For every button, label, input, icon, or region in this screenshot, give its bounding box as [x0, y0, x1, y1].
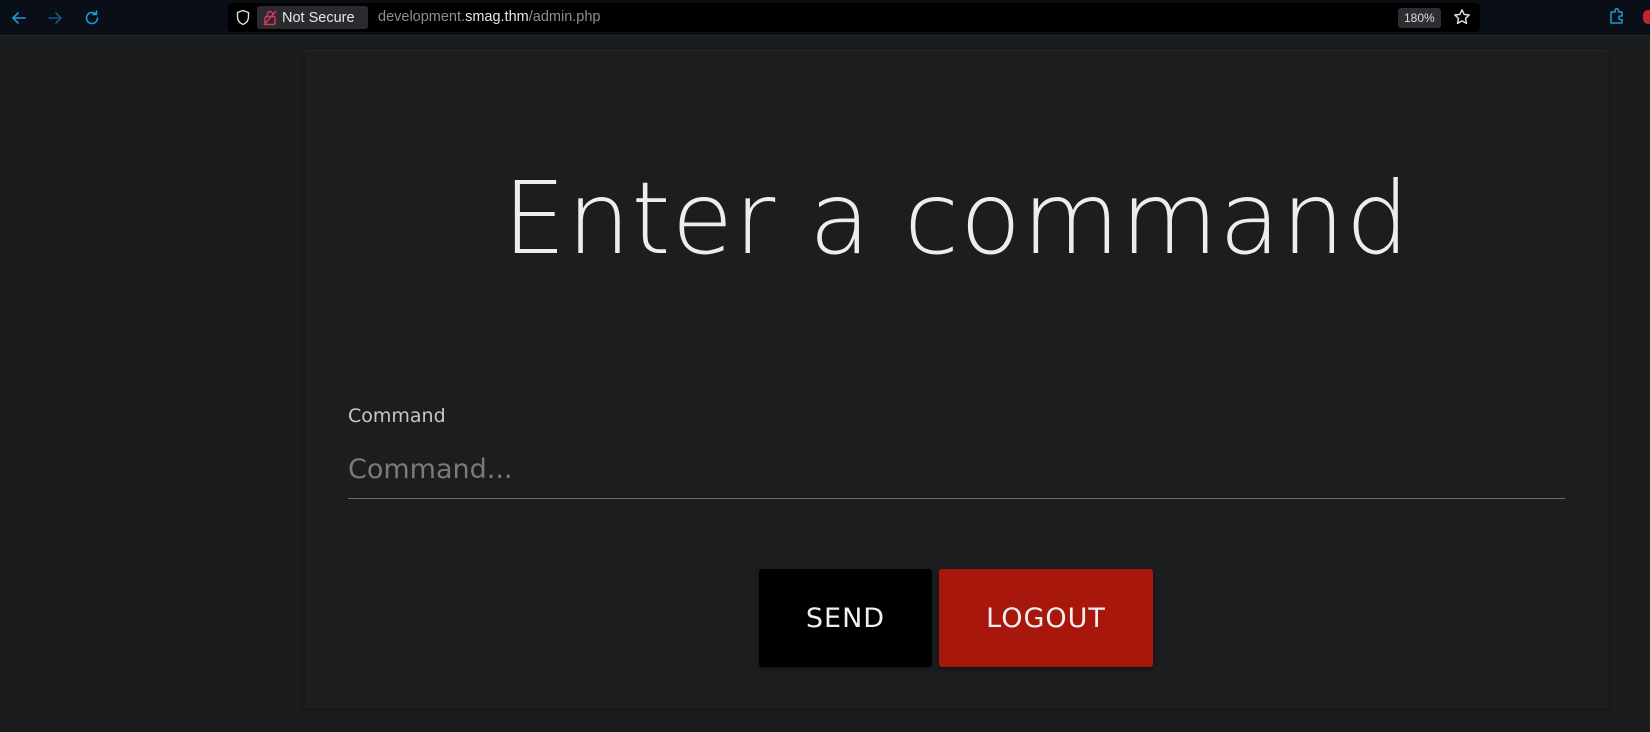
- security-label: Not Secure: [282, 9, 355, 26]
- site-security-button[interactable]: Not Secure: [257, 6, 368, 29]
- arrow-left-icon: [12, 12, 26, 24]
- url-prefix: development.: [378, 9, 466, 25]
- url-host: smag.thm: [465, 9, 529, 25]
- reload-icon: [85, 10, 99, 25]
- url-path: /admin.php: [528, 9, 601, 25]
- page-title: Enter a command: [502, 160, 1411, 277]
- reload-button[interactable]: [80, 6, 104, 30]
- url-bar[interactable]: Not Secure development.smag.thm/admin.ph…: [228, 3, 1480, 32]
- browser-toolbar: Not Secure development.smag.thm/admin.ph…: [0, 0, 1650, 36]
- back-button[interactable]: [7, 6, 31, 30]
- extensions-icon[interactable]: [1607, 6, 1627, 30]
- url-text[interactable]: development.smag.thm/admin.php: [378, 9, 600, 25]
- command-card: Enter a command Command SEND LOGOUT: [305, 50, 1608, 708]
- forward-button[interactable]: [43, 6, 67, 30]
- shield-icon[interactable]: [235, 9, 251, 30]
- star-icon[interactable]: [1453, 8, 1471, 30]
- command-input[interactable]: [348, 441, 1565, 499]
- zoom-indicator[interactable]: 180%: [1398, 8, 1441, 28]
- lock-broken-icon: [263, 10, 277, 26]
- notification-badge[interactable]: [1643, 10, 1650, 24]
- arrow-right-icon: [48, 12, 62, 24]
- send-button[interactable]: SEND: [759, 569, 932, 667]
- logout-button[interactable]: LOGOUT: [939, 569, 1153, 667]
- command-label: Command: [348, 405, 446, 427]
